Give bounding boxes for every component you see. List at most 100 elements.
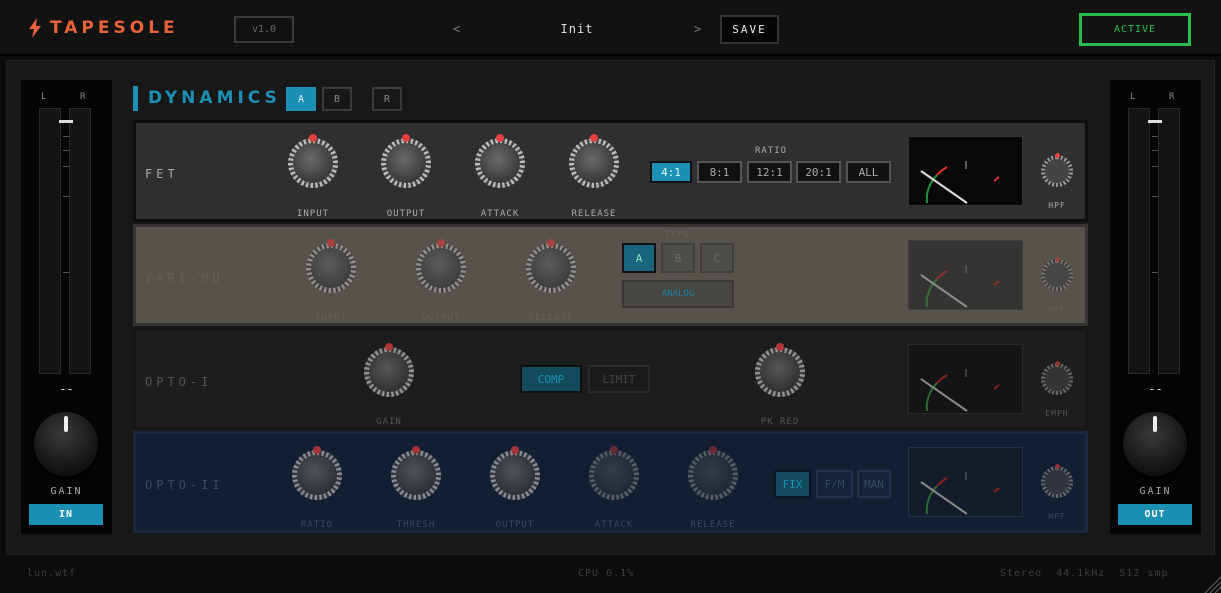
save-button[interactable]: SAVE (720, 15, 779, 44)
opto2-module: OPTO-II RATIO THRESH OUTPUT ATTACK RELEA… (133, 431, 1088, 533)
attack-knob-label: ATTACK (480, 209, 520, 219)
gain-knob[interactable] (364, 343, 414, 397)
ratio-12-button[interactable]: 12:1 (747, 161, 792, 183)
input-meter-left (39, 108, 61, 374)
prev-preset-button[interactable]: < (453, 22, 460, 36)
man-button[interactable]: MAN (857, 470, 891, 498)
output-readout: -- (1148, 382, 1163, 396)
ratio-20-button[interactable]: 20:1 (796, 161, 841, 183)
input-knob[interactable] (306, 239, 356, 293)
analog-button[interactable]: ANALOG (622, 280, 734, 308)
attack-knob-label: ATTACK (594, 520, 634, 530)
type-label: TYPE (664, 230, 690, 240)
next-preset-button[interactable]: > (694, 22, 701, 36)
ratio-8-button[interactable]: 8:1 (697, 161, 742, 183)
release-knob-label: RELEASE (690, 520, 736, 530)
thresh-knob-label: THRESH (396, 520, 436, 530)
fet-module: FET INPUT OUTPUT ATTACK RELEASE RATIO 4:… (133, 120, 1088, 222)
type-a-button[interactable]: A (622, 243, 656, 273)
meter-tick (63, 136, 69, 137)
meter-tick (1152, 272, 1158, 273)
input-gain-knob[interactable] (34, 412, 98, 476)
output-knob-label: OUTPUT (495, 520, 535, 530)
output-meter-left (1128, 108, 1150, 374)
module-name: FET (145, 167, 179, 181)
vu-meter (908, 344, 1023, 414)
gain-knob-label: GAIN (376, 417, 402, 427)
output-knob-label: OUTPUT (386, 209, 426, 219)
output-gain-knob[interactable] (1123, 412, 1187, 476)
release-knob[interactable] (526, 239, 576, 293)
ratio-all-button[interactable]: ALL (846, 161, 891, 183)
reset-button[interactable]: R (372, 87, 402, 111)
status-credit: lun.wtf (27, 568, 77, 579)
input-knob-label: INPUT (296, 209, 330, 219)
input-toggle-button[interactable]: IN (29, 504, 103, 525)
meter-tick (1152, 166, 1158, 167)
output-knob-label: OUTPUT (421, 313, 461, 323)
limit-button[interactable]: LIMIT (588, 365, 650, 393)
module-name: VARI-MU (145, 271, 224, 285)
hpf-knob[interactable] (1041, 153, 1073, 187)
type-c-button[interactable]: C (700, 243, 734, 273)
meter-left-label: L (1130, 92, 1136, 102)
peak-reduction-knob[interactable] (755, 343, 805, 397)
emph-label: EMPH (1045, 409, 1069, 418)
input-meter-right (69, 108, 91, 374)
input-knob-label: INPUT (314, 313, 348, 323)
slot-a-button[interactable]: A (286, 87, 316, 111)
vu-meter (908, 447, 1023, 517)
input-knob[interactable] (288, 134, 338, 188)
meter-tick (63, 150, 69, 151)
hpf-knob[interactable] (1041, 257, 1073, 291)
output-gain-label: GAIN (1139, 486, 1172, 497)
plugin-window: TAPESOLE v1.0 < Init > SAVE ACTIVE L R -… (0, 0, 1221, 593)
thresh-knob[interactable] (391, 446, 441, 500)
brand-name: TAPESOLE (50, 18, 179, 38)
type-b-button[interactable]: B (661, 243, 695, 273)
slot-b-button[interactable]: B (322, 87, 352, 111)
fix-button[interactable]: FIX (774, 470, 811, 498)
meter-right-label: R (1169, 92, 1175, 102)
preset-name[interactable]: Init (500, 22, 654, 36)
hpf-label: HPF (1048, 512, 1066, 521)
release-knob[interactable] (688, 446, 738, 500)
opto1-module: OPTO-I GAIN COMP LIMIT PK RED EMPH (133, 328, 1088, 430)
version-badge: v1.0 (234, 16, 294, 43)
section-accent-bar (133, 86, 138, 111)
meter-peak-marker (59, 120, 73, 123)
meter-peak-marker (1148, 120, 1162, 123)
hpf-knob[interactable] (1041, 464, 1073, 498)
module-name: OPTO-I (145, 375, 213, 389)
meter-tick (1152, 136, 1158, 137)
meter-left-label: L (41, 92, 47, 102)
release-knob-label: RELEASE (571, 209, 617, 219)
meter-tick (63, 272, 69, 273)
varimu-module: VARI-MU INPUT OUTPUT RELEASE TYPE A B C … (133, 224, 1088, 326)
ratio-knob[interactable] (292, 446, 342, 500)
output-toggle-button[interactable]: OUT (1118, 504, 1192, 525)
ratio-label: RATIO (754, 146, 788, 156)
attack-knob[interactable] (589, 446, 639, 500)
attack-knob[interactable] (475, 134, 525, 188)
release-knob[interactable] (569, 134, 619, 188)
resize-grip-icon[interactable] (1203, 576, 1221, 593)
output-knob[interactable] (381, 134, 431, 188)
input-section: L R -- GAIN IN (21, 80, 112, 534)
meter-tick (63, 196, 69, 197)
meter-tick (63, 166, 69, 167)
fm-button[interactable]: F/M (816, 470, 853, 498)
ratio-knob-label: RATIO (300, 520, 334, 530)
meter-tick (1152, 150, 1158, 151)
comp-button[interactable]: COMP (520, 365, 582, 393)
module-name: OPTO-II (145, 478, 224, 492)
ratio-4-button[interactable]: 4:1 (650, 161, 692, 183)
active-toggle[interactable]: ACTIVE (1079, 13, 1191, 46)
output-knob[interactable] (490, 446, 540, 500)
output-knob[interactable] (416, 239, 466, 293)
output-section: L R -- GAIN OUT (1110, 80, 1201, 534)
release-knob-label: RELEASE (528, 313, 574, 323)
meter-right-label: R (80, 92, 86, 102)
output-meter-right (1158, 108, 1180, 374)
emph-knob[interactable] (1041, 361, 1073, 395)
